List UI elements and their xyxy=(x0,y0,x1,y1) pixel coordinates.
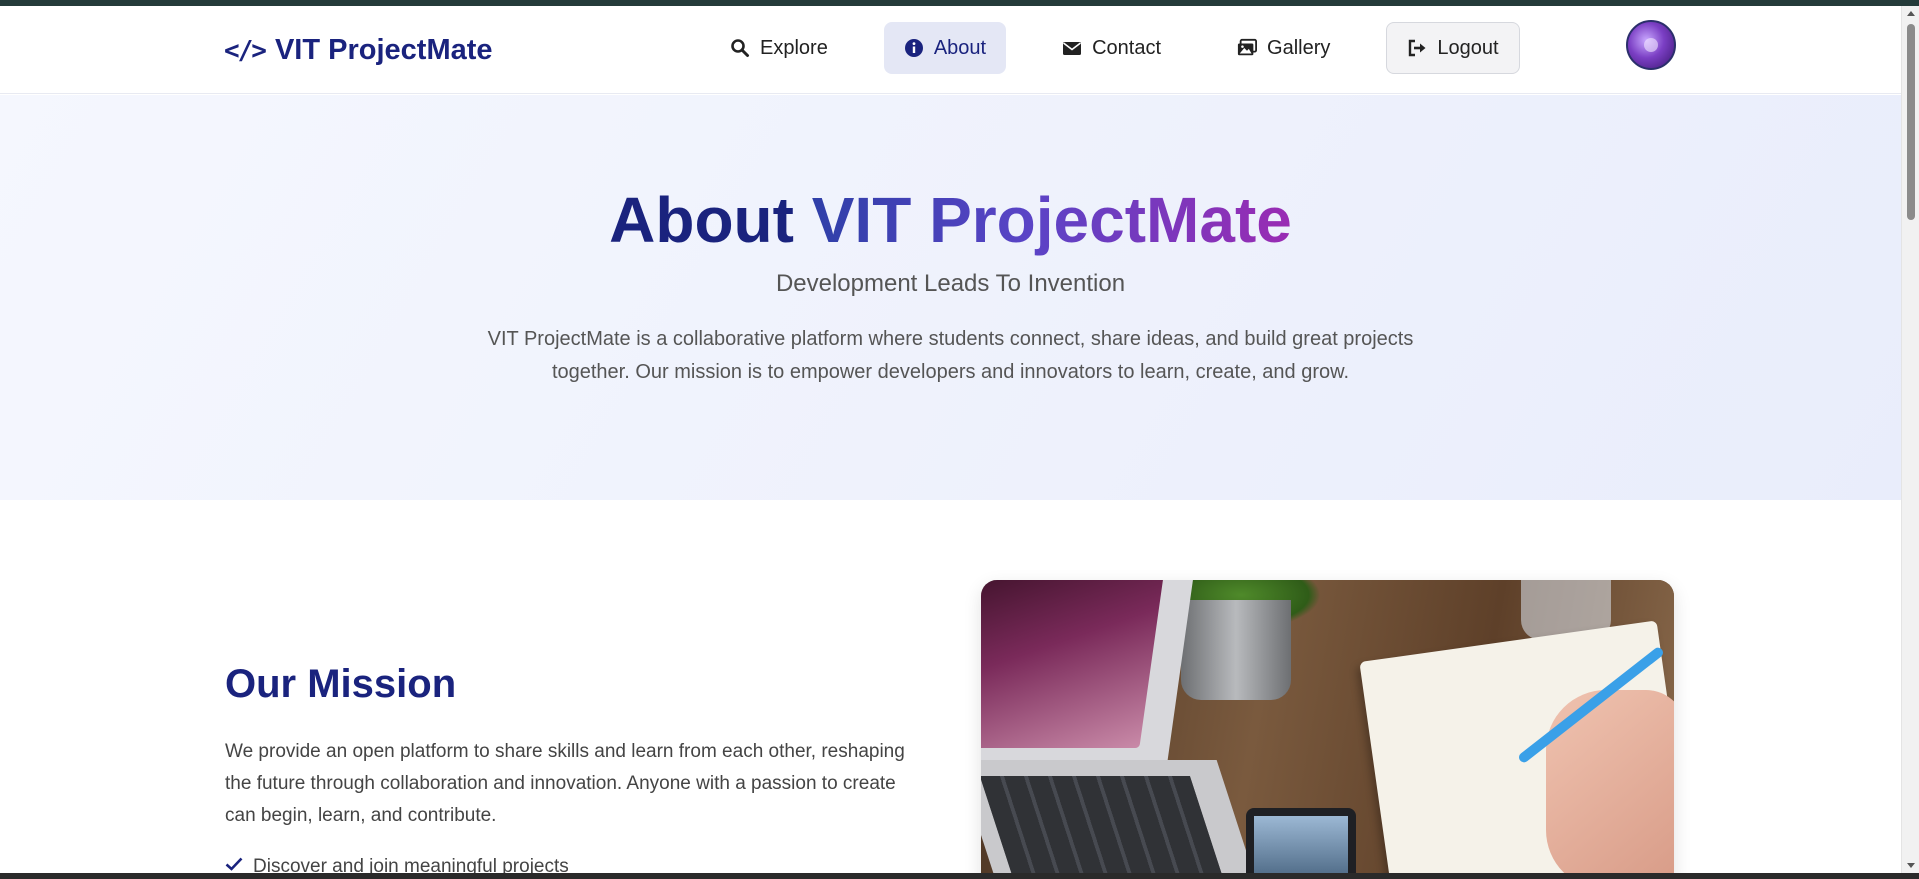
list-item: Discover and join meaningful projects xyxy=(225,856,569,873)
page-title-part2: VIT ProjectMate xyxy=(811,184,1292,256)
check-icon xyxy=(225,856,243,873)
nav-explore-label: Explore xyxy=(760,36,828,59)
scroll-thumb[interactable] xyxy=(1907,24,1915,220)
envelope-icon xyxy=(1062,38,1082,58)
page-title-part1: About xyxy=(609,184,794,256)
page-subtitle: Development Leads To Invention xyxy=(775,270,1126,297)
logout-icon xyxy=(1407,38,1427,58)
images-icon xyxy=(1237,38,1258,58)
nav-contact-label: Contact xyxy=(1092,36,1162,59)
code-icon: </> xyxy=(224,35,267,66)
brand-logo[interactable]: </> VIT ProjectMate xyxy=(224,34,493,67)
mission-list: Discover and join meaningful projects xyxy=(225,856,569,873)
main-nav: Explore About Contact Gallery Logout xyxy=(710,22,1556,74)
page-title: About VIT ProjectMate xyxy=(0,183,1901,257)
nav-gallery-label: Gallery xyxy=(1267,36,1331,59)
info-icon xyxy=(904,38,924,58)
mission-photo xyxy=(981,580,1674,873)
nav-gallery[interactable]: Gallery xyxy=(1217,22,1350,74)
nav-explore[interactable]: Explore xyxy=(710,22,848,74)
navbar: </> VIT ProjectMate Explore About Contac… xyxy=(0,6,1901,94)
logout-button[interactable]: Logout xyxy=(1386,22,1520,74)
page-description: VIT ProjectMate is a collaborative platf… xyxy=(487,328,1414,383)
scroll-up-arrow-icon[interactable] xyxy=(1907,11,1915,16)
page-viewport: </> VIT ProjectMate Explore About Contac… xyxy=(0,6,1901,873)
nav-about-label: About xyxy=(933,36,987,59)
about-hero: About VIT ProjectMate Development Leads … xyxy=(0,95,1901,500)
nav-contact[interactable]: Contact xyxy=(1042,22,1181,74)
search-icon xyxy=(730,38,750,58)
mission-text: We provide an open platform to share ski… xyxy=(225,741,905,826)
vertical-scrollbar[interactable] xyxy=(1901,6,1919,873)
logout-label: Logout xyxy=(1437,36,1499,59)
nav-about[interactable]: About xyxy=(883,22,1007,74)
bottom-strip xyxy=(0,873,1919,879)
mission-heading: Our Mission xyxy=(225,662,457,706)
list-item-label: Discover and join meaningful projects xyxy=(253,856,569,873)
user-avatar[interactable] xyxy=(1626,20,1676,70)
scroll-down-arrow-icon[interactable] xyxy=(1907,863,1915,868)
brand-name: VIT ProjectMate xyxy=(274,34,493,66)
